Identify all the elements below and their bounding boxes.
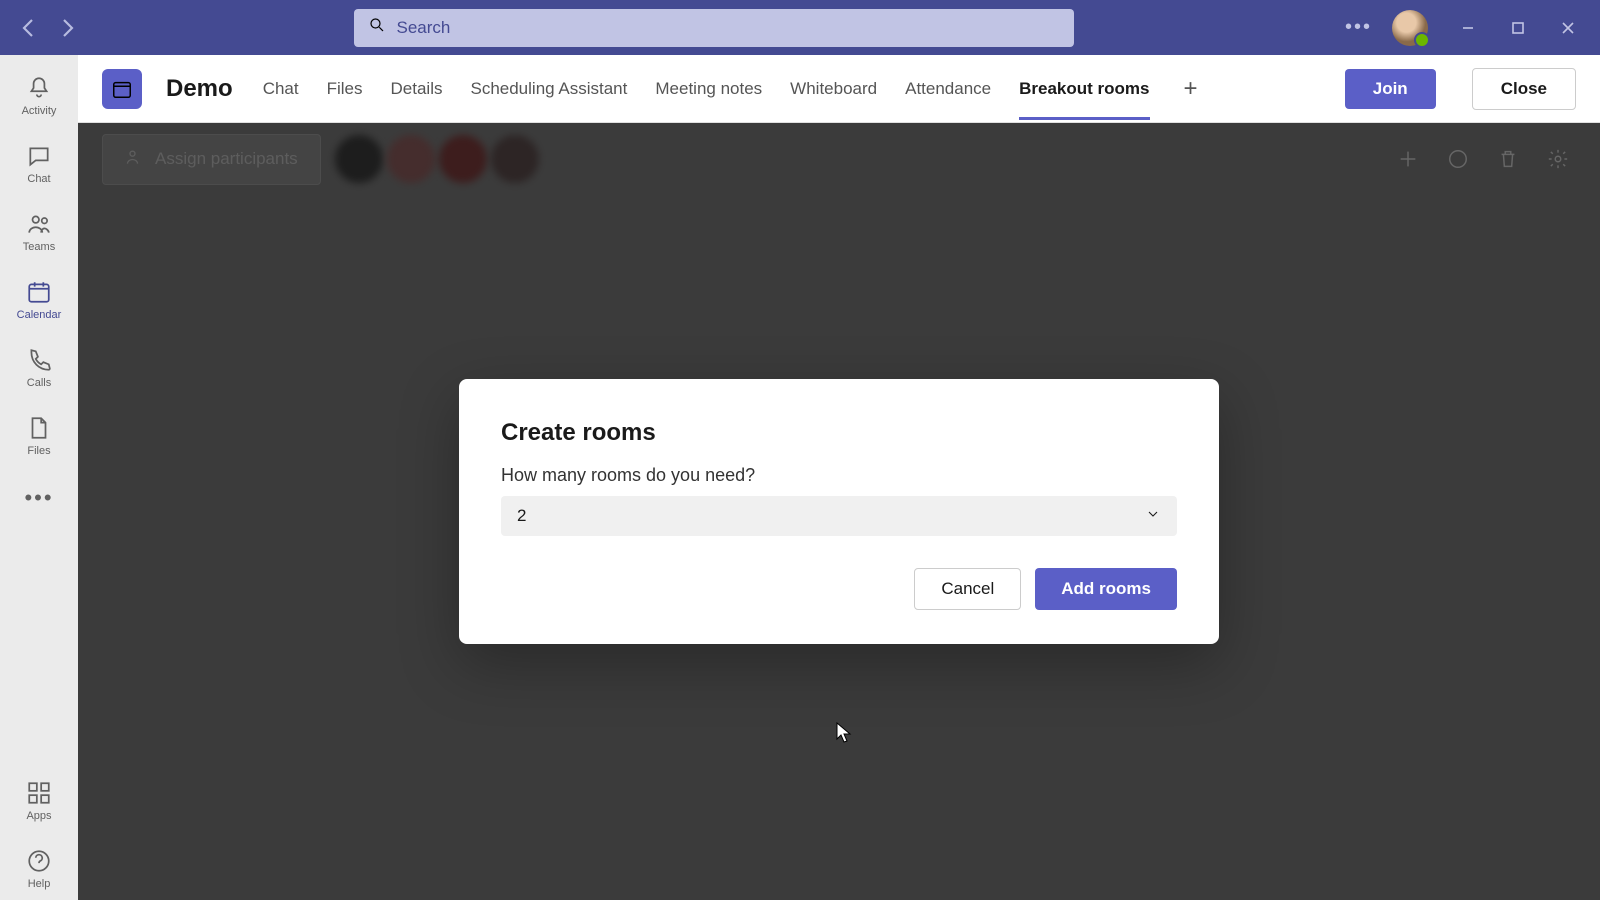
chevron-down-icon	[1145, 506, 1161, 527]
room-count-select[interactable]: 2	[501, 496, 1177, 536]
user-avatar[interactable]	[1392, 10, 1428, 46]
forward-button[interactable]	[52, 12, 84, 44]
apps-icon	[26, 780, 52, 806]
rail-label: Help	[28, 878, 51, 890]
rail-calendar[interactable]: Calendar	[4, 269, 74, 331]
dialog-actions: Cancel Add rooms	[501, 568, 1177, 610]
rail-label: Chat	[27, 173, 50, 185]
rail-label: Teams	[23, 241, 55, 253]
add-rooms-button[interactable]: Add rooms	[1035, 568, 1177, 610]
meeting-header: Demo Chat Files Details Scheduling Assis…	[78, 55, 1600, 123]
minimize-button[interactable]	[1448, 12, 1488, 44]
tab-breakout-rooms[interactable]: Breakout rooms	[1019, 59, 1149, 119]
rail-label: Files	[27, 445, 50, 457]
create-rooms-dialog: Create rooms How many rooms do you need?…	[459, 379, 1219, 644]
rail-chat[interactable]: Chat	[4, 133, 74, 195]
tab-chat[interactable]: Chat	[263, 59, 299, 119]
back-button[interactable]	[12, 12, 44, 44]
rail-files[interactable]: Files	[4, 405, 74, 467]
breakout-rooms-panel: Assign participants See your	[78, 123, 1600, 900]
rail-help[interactable]: Help	[4, 838, 74, 900]
titlebar-right: •••	[1345, 10, 1588, 46]
cancel-button[interactable]: Cancel	[914, 568, 1021, 610]
search-wrap	[96, 9, 1333, 47]
rail-label: Calendar	[17, 309, 62, 321]
close-button[interactable]: Close	[1472, 68, 1576, 110]
tab-details[interactable]: Details	[391, 59, 443, 119]
app-rail: Activity Chat Teams Calendar Calls Files…	[0, 55, 78, 900]
chat-icon	[26, 143, 52, 169]
tab-files[interactable]: Files	[327, 59, 363, 119]
rail-teams[interactable]: Teams	[4, 201, 74, 263]
teams-icon	[26, 211, 52, 237]
selected-value: 2	[517, 506, 526, 526]
tab-meeting-notes[interactable]: Meeting notes	[655, 59, 762, 119]
tab-attendance[interactable]: Attendance	[905, 59, 991, 119]
modal-backdrop[interactable]: Create rooms How many rooms do you need?…	[78, 123, 1600, 900]
tab-whiteboard[interactable]: Whiteboard	[790, 59, 877, 119]
rail-label: Apps	[26, 810, 51, 822]
close-window-button[interactable]	[1548, 12, 1588, 44]
window-controls	[1448, 12, 1588, 44]
calendar-icon	[26, 279, 52, 305]
meeting-title: Demo	[166, 75, 233, 103]
add-tab-button[interactable]: +	[1178, 75, 1204, 103]
join-button[interactable]: Join	[1345, 69, 1436, 109]
title-bar: •••	[0, 0, 1600, 55]
search-input[interactable]	[396, 18, 1060, 38]
file-icon	[26, 415, 52, 441]
maximize-button[interactable]	[1498, 12, 1538, 44]
rail-more[interactable]: •••	[24, 473, 53, 523]
dialog-title: Create rooms	[501, 419, 1177, 447]
phone-icon	[26, 347, 52, 373]
search-icon	[368, 16, 386, 39]
rail-label: Calls	[27, 377, 51, 389]
bell-icon	[26, 75, 52, 101]
search-box[interactable]	[354, 9, 1074, 47]
rail-calls[interactable]: Calls	[4, 337, 74, 399]
tabs: Chat Files Details Scheduling Assistant …	[263, 59, 1204, 119]
content-area: Demo Chat Files Details Scheduling Assis…	[78, 55, 1600, 900]
rail-apps[interactable]: Apps	[4, 770, 74, 832]
rail-label: Activity	[22, 105, 57, 117]
meeting-icon	[102, 69, 142, 109]
dialog-question: How many rooms do you need?	[501, 465, 1177, 486]
help-icon	[26, 848, 52, 874]
more-options-button[interactable]: •••	[1345, 16, 1372, 39]
rail-activity[interactable]: Activity	[4, 65, 74, 127]
nav-arrows	[12, 12, 84, 44]
tab-scheduling-assistant[interactable]: Scheduling Assistant	[470, 59, 627, 119]
